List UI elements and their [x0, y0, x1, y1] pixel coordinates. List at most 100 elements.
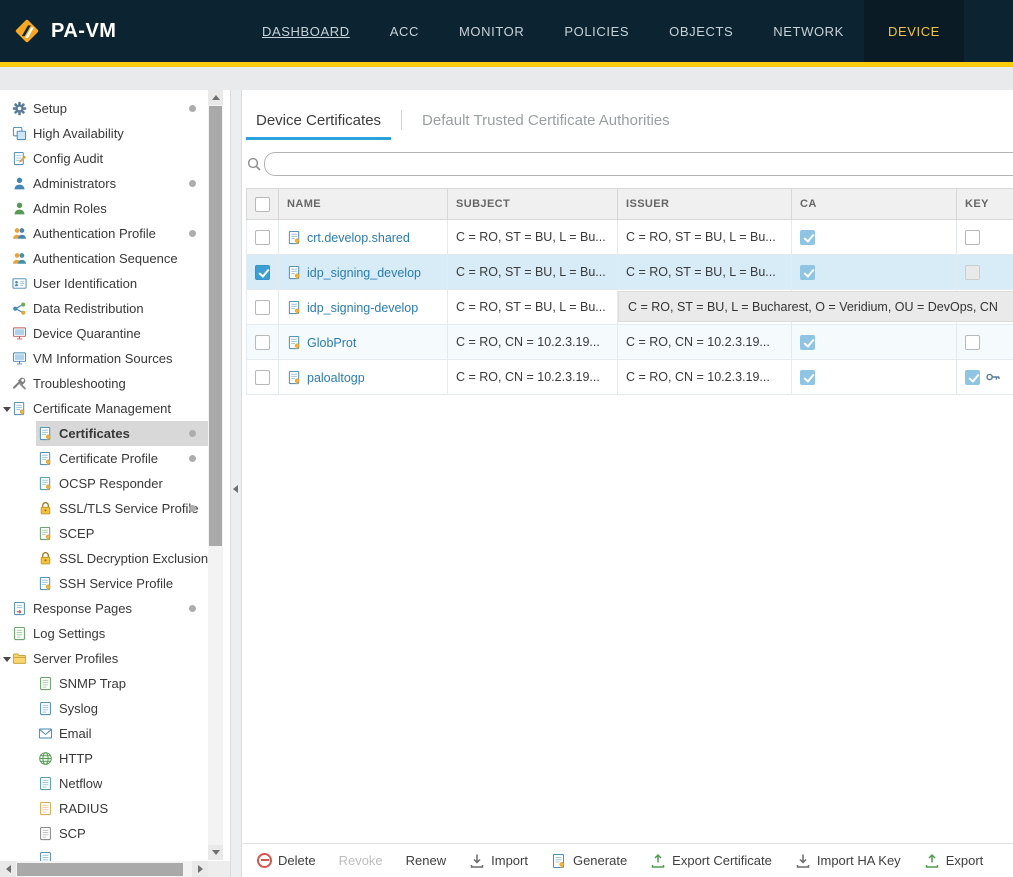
scroll-up-button[interactable] — [208, 90, 223, 105]
column-header-issuer: ISSUER — [618, 189, 792, 220]
sidebar-item-snmp-trap[interactable]: SNMP Trap — [0, 671, 208, 696]
sidebar-item-administrators[interactable]: Administrators — [0, 171, 208, 196]
sidebar-item-data-redistribution[interactable]: Data Redistribution — [0, 296, 208, 321]
nav-device[interactable]: DEVICE — [864, 0, 964, 62]
key-checkbox — [965, 265, 980, 280]
certificate-name-link[interactable]: crt.develop.shared — [307, 231, 410, 245]
certificate-search — [246, 152, 1013, 176]
certificate-icon — [287, 370, 302, 385]
renew-button[interactable]: Renew — [406, 853, 446, 868]
sidebar-splitter[interactable] — [230, 90, 242, 877]
response-page-icon — [12, 601, 27, 616]
monitor-icon — [12, 351, 27, 366]
sidebar-item-vm-information-sources[interactable]: VM Information Sources — [0, 346, 208, 371]
certificate-icon — [38, 451, 53, 466]
sidebar-item-admin-roles[interactable]: Admin Roles — [0, 196, 208, 221]
sidebar-item-certificates[interactable]: Certificates — [0, 421, 208, 446]
sidebar-item-email[interactable]: Email — [0, 721, 208, 746]
sidebar-item-device-quarantine[interactable]: Device Quarantine — [0, 321, 208, 346]
row-select-checkbox[interactable] — [255, 335, 270, 350]
import-ha-key-button[interactable]: Import HA Key — [795, 853, 901, 869]
select-all-header — [247, 189, 279, 220]
row-select-checkbox[interactable] — [255, 230, 270, 245]
table-row[interactable]: idp_signing-develop C = RO, ST = BU, L =… — [247, 290, 1013, 325]
select-all-checkbox[interactable] — [255, 197, 270, 212]
generate-button[interactable]: Generate — [551, 853, 627, 869]
sidebar-item-ssl-tls-service-profile[interactable]: SSL/TLS Service Profile — [0, 496, 208, 521]
row-select-checkbox[interactable] — [255, 300, 270, 315]
row-select-checkbox[interactable] — [255, 265, 270, 280]
export-button[interactable]: Export — [924, 853, 984, 869]
nav-monitor[interactable]: MONITOR — [439, 0, 544, 62]
nav-policies[interactable]: POLICIES — [544, 0, 649, 62]
sidebar-item-ssh-service-profile[interactable]: SSH Service Profile — [0, 571, 208, 596]
sidebar-item-user-identification[interactable]: User Identification — [0, 271, 208, 296]
nav-objects[interactable]: OBJECTS — [649, 0, 753, 62]
table-row[interactable]: crt.develop.shared C = RO, ST = BU, L = … — [247, 220, 1013, 255]
search-input[interactable] — [275, 156, 1013, 173]
sidebar-item-scp[interactable]: SCP — [0, 821, 208, 846]
row-select-checkbox[interactable] — [255, 370, 270, 385]
sidebar-vertical-scrollbar[interactable] — [208, 90, 223, 860]
sidebar-item-config-audit[interactable]: Config Audit — [0, 146, 208, 171]
certificate-name-link[interactable]: GlobProt — [307, 336, 356, 350]
sidebar-item-label: Log Settings — [33, 626, 105, 641]
sidebar-item-troubleshooting[interactable]: Troubleshooting — [0, 371, 208, 396]
ca-cell — [792, 360, 957, 395]
import-button[interactable]: Import — [469, 853, 528, 869]
sidebar-item-high-availability[interactable]: High Availability — [0, 121, 208, 146]
certificate-name-link[interactable]: idp_signing_develop — [307, 266, 421, 280]
sidebar-horizontal-scrollbar[interactable] — [0, 861, 208, 877]
delete-button[interactable]: Delete — [257, 853, 316, 868]
sidebar-item-log-settings[interactable]: Log Settings — [0, 621, 208, 646]
sidebar-item-setup[interactable]: Setup — [0, 96, 208, 121]
table-row[interactable]: paloaltogp C = RO, CN = 10.2.3.19... C =… — [247, 360, 1013, 395]
sidebar-item-label: RADIUS — [59, 801, 108, 816]
sidebar-item-scep[interactable]: SCEP — [0, 521, 208, 546]
sidebar-item-radius[interactable]: RADIUS — [0, 796, 208, 821]
sidebar-item-certificate-profile[interactable]: Certificate Profile — [0, 446, 208, 471]
scroll-right-button[interactable] — [192, 861, 208, 877]
table-row[interactable]: idp_signing_develop C = RO, ST = BU, L =… — [247, 255, 1013, 290]
certificate-icon — [287, 265, 302, 280]
people-icon — [12, 251, 27, 266]
tab-separator — [401, 110, 402, 130]
lock-icon — [38, 501, 53, 516]
sidebar-item-authentication-sequence[interactable]: Authentication Sequence — [0, 246, 208, 271]
caret-down-icon[interactable] — [2, 404, 12, 414]
generate-label: Generate — [573, 853, 627, 868]
sidebar-item-ssl-decryption-exclusion[interactable]: SSL Decryption Exclusion — [0, 546, 208, 571]
nav-network[interactable]: NETWORK — [753, 0, 864, 62]
search-field[interactable] — [264, 152, 1013, 176]
sidebar-item-http[interactable]: HTTP — [0, 746, 208, 771]
sidebar-item-syslog[interactable]: Syslog — [0, 696, 208, 721]
sidebar-item-authentication-profile[interactable]: Authentication Profile — [0, 221, 208, 246]
sidebar-item-label: Certificate Profile — [59, 451, 158, 466]
share-icon — [12, 301, 27, 316]
collapse-sidebar-icon[interactable] — [233, 485, 238, 493]
export-certificate-button[interactable]: Export Certificate — [650, 853, 772, 869]
certificate-name-link[interactable]: idp_signing-develop — [307, 301, 418, 315]
sidebar-item-label: High Availability — [33, 126, 124, 141]
caret-down-icon[interactable] — [2, 654, 12, 664]
doc-icon — [38, 851, 53, 861]
certificate-icon — [38, 576, 53, 591]
vertical-scroll-thumb[interactable] — [209, 106, 222, 546]
certificate-name-link[interactable]: paloaltogp — [307, 371, 365, 385]
tab-default-trusted-certificate-authorities[interactable]: Default Trusted Certificate Authorities — [412, 112, 680, 140]
horizontal-scroll-thumb[interactable] — [17, 863, 183, 876]
sidebar-item-label: Email — [59, 726, 92, 741]
scroll-left-button[interactable] — [0, 861, 16, 877]
nav-acc[interactable]: ACC — [370, 0, 439, 62]
sidebar-item-partial[interactable] — [0, 846, 208, 861]
scroll-down-button[interactable] — [208, 845, 223, 860]
sidebar-item-server-profiles[interactable]: Server Profiles — [0, 646, 208, 671]
table-row[interactable]: GlobProt C = RO, CN = 10.2.3.19... C = R… — [247, 325, 1013, 360]
sidebar-item-netflow[interactable]: Netflow — [0, 771, 208, 796]
ca-checkbox — [800, 230, 815, 245]
tab-device-certificates[interactable]: Device Certificates — [246, 112, 391, 140]
nav-dashboard[interactable]: DASHBOARD — [242, 0, 370, 62]
sidebar-item-response-pages[interactable]: Response Pages — [0, 596, 208, 621]
sidebar-item-ocsp-responder[interactable]: OCSP Responder — [0, 471, 208, 496]
sidebar-item-certificate-management[interactable]: Certificate Management — [0, 396, 208, 421]
